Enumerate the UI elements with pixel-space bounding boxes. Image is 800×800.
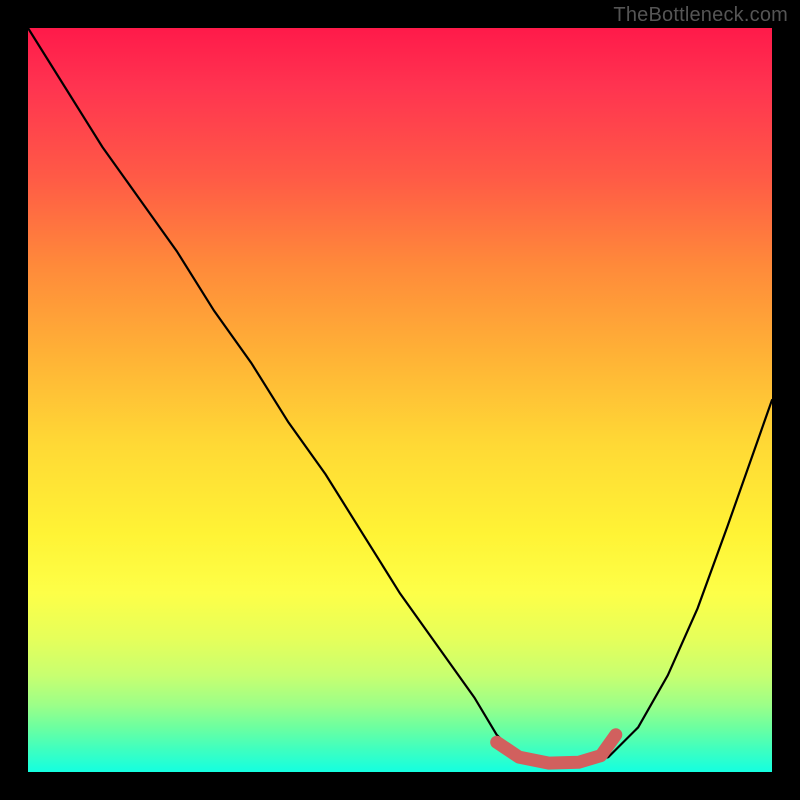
- watermark-text: TheBottleneck.com: [613, 4, 788, 27]
- chart-svg: [28, 28, 772, 772]
- optimal-marker-path: [497, 735, 616, 763]
- bottleneck-curve-path: [28, 28, 772, 765]
- chart-container: TheBottleneck.com: [0, 0, 800, 800]
- plot-area: [28, 28, 772, 772]
